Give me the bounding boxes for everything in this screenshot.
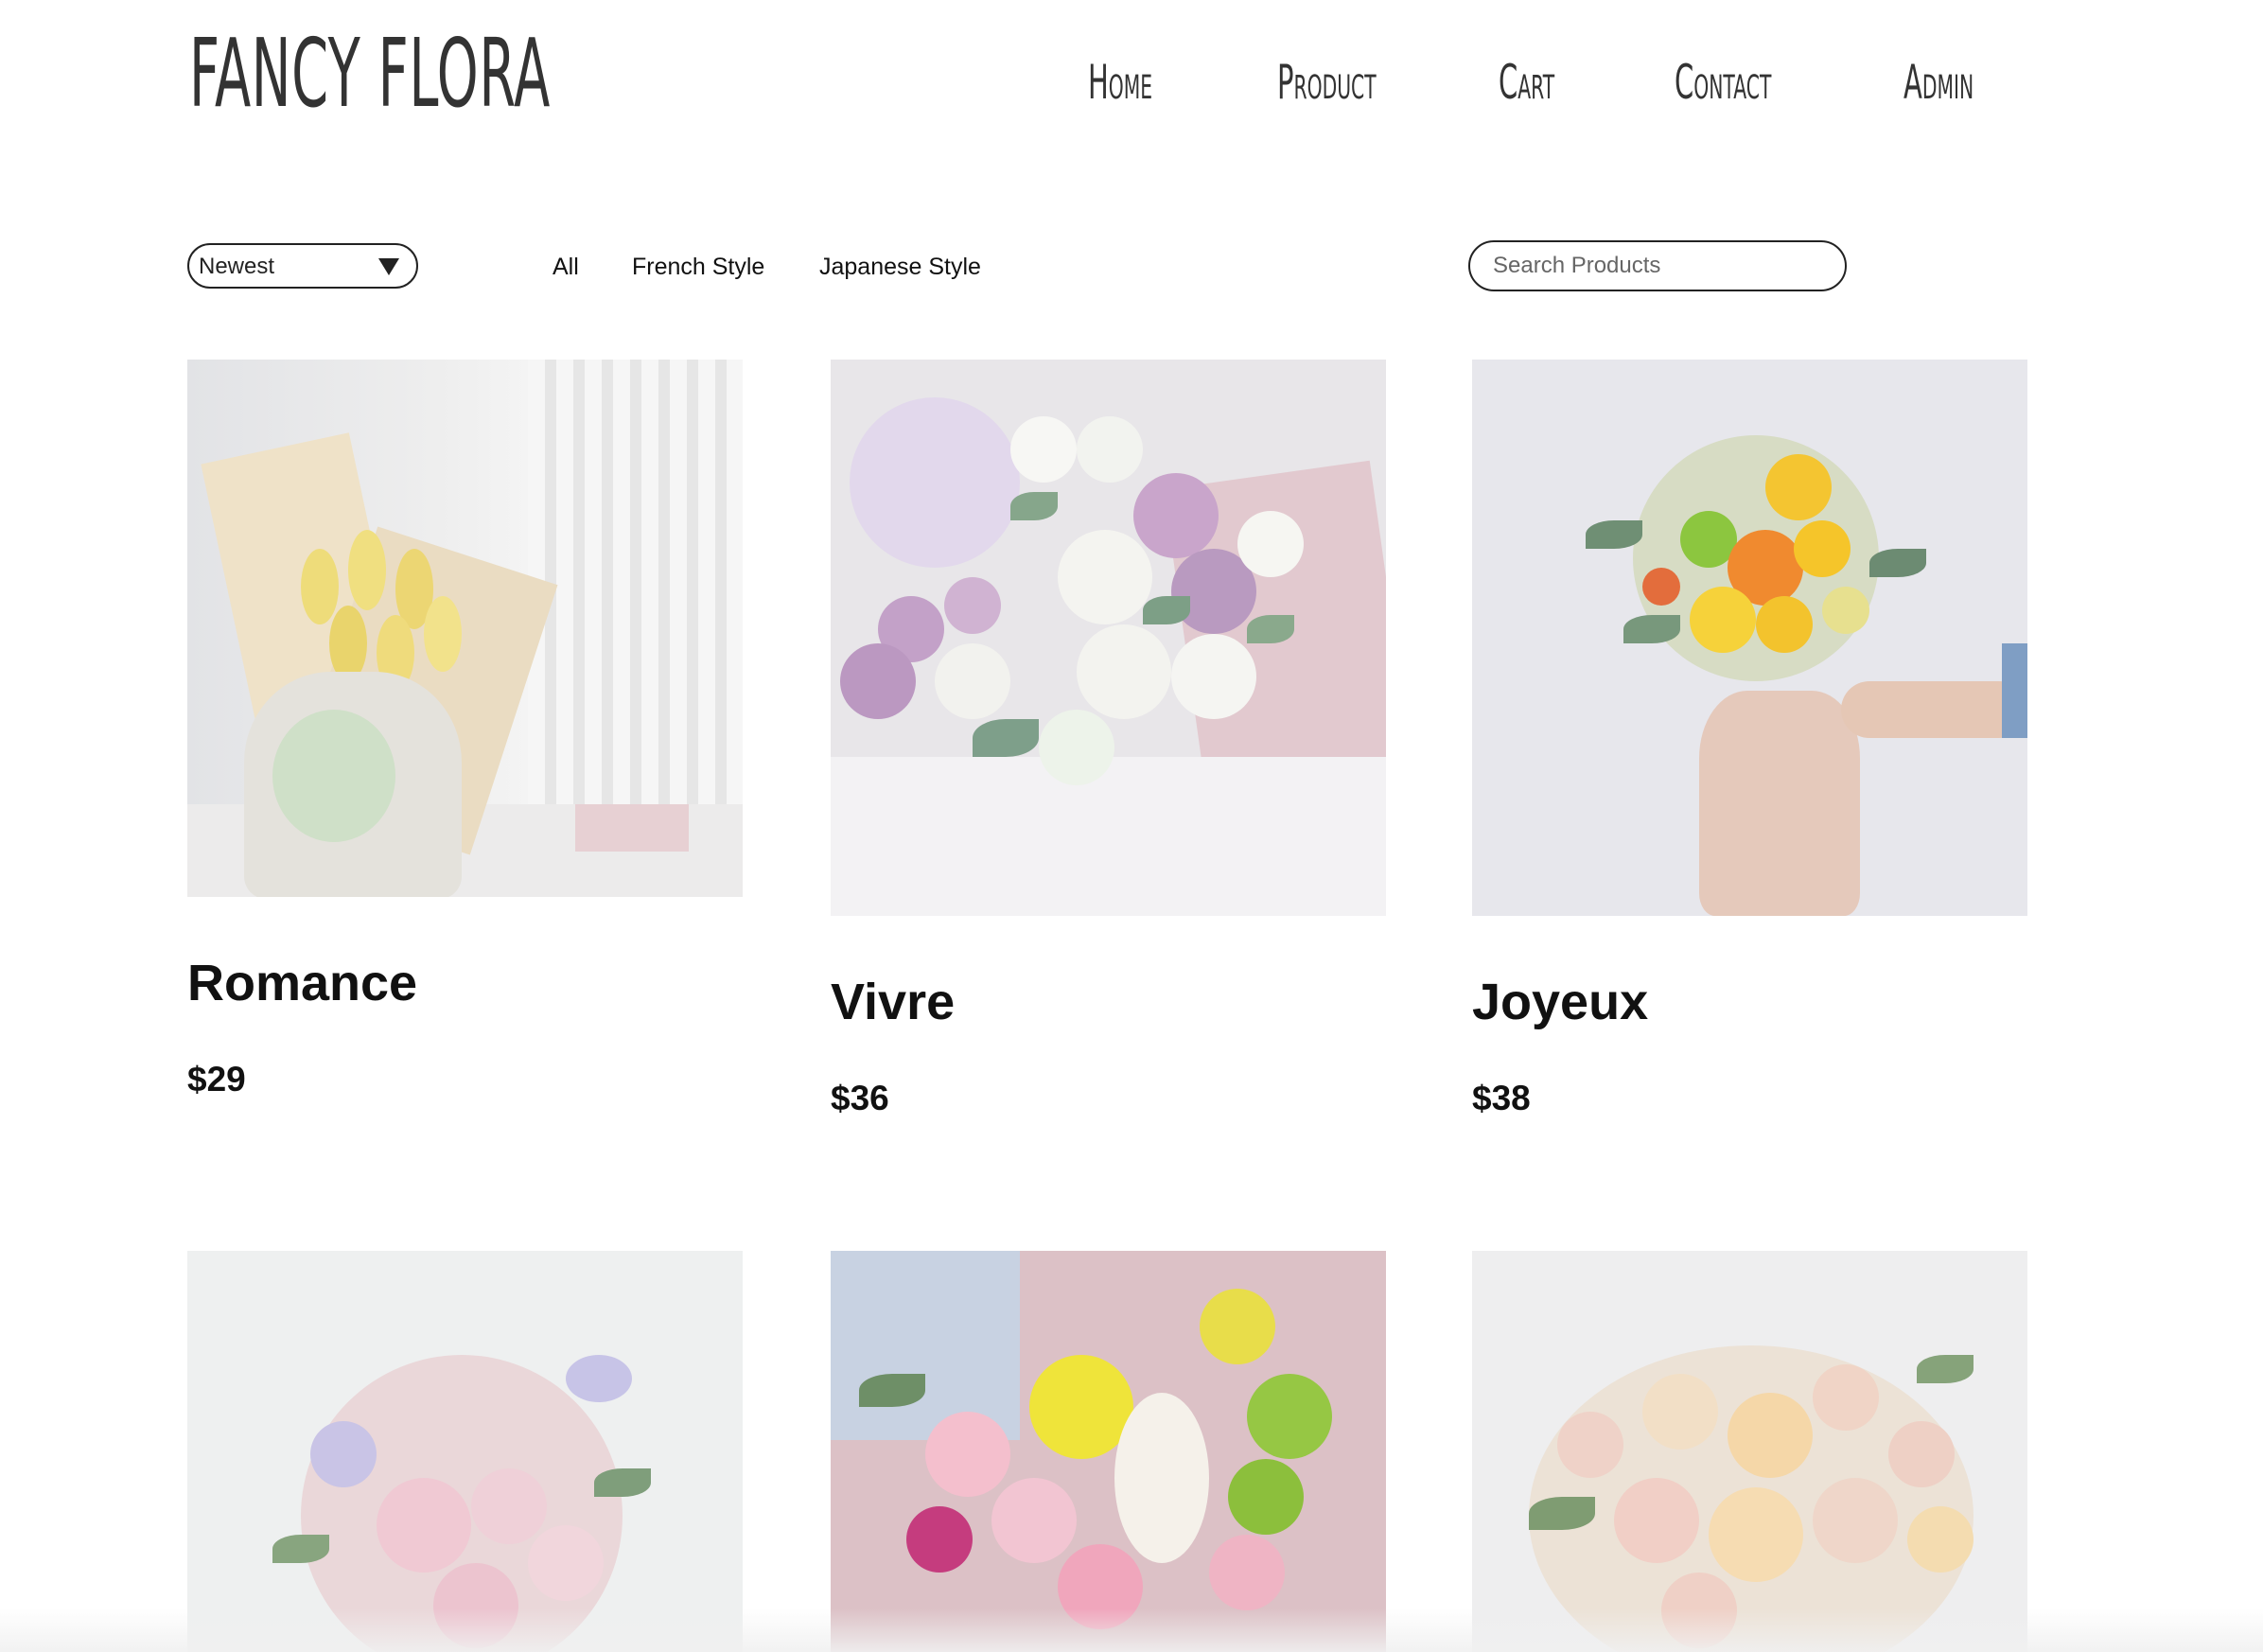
chevron-down-icon [378, 258, 399, 275]
product-card-6[interactable] [1472, 1251, 2028, 1652]
nav-product[interactable]: Product [1277, 59, 1377, 106]
product-card-vivre[interactable]: Vivre $36 [831, 360, 1387, 1135]
product-image-6[interactable] [1472, 1251, 2027, 1652]
product-price: $38 [1472, 1079, 1531, 1117]
product-image-joyeux[interactable] [1472, 360, 2027, 916]
product-image-5[interactable] [831, 1251, 1386, 1652]
product-price: $36 [831, 1079, 889, 1117]
scroll-fade [0, 1608, 2263, 1652]
site-logo[interactable]: FANCY FLORA [189, 26, 551, 121]
nav-cart[interactable]: Cart [1499, 59, 1554, 106]
product-card-5[interactable] [831, 1251, 1387, 1652]
nav-contact[interactable]: Contact [1675, 59, 1771, 106]
filter-japanese-style[interactable]: Japanese Style [819, 254, 981, 281]
nav-home[interactable]: Home [1088, 59, 1152, 106]
filter-french-style[interactable]: French Style [632, 254, 764, 281]
product-card-romance[interactable]: Romance $29 [187, 360, 744, 1116]
product-image-4[interactable] [187, 1251, 743, 1652]
nav-admin[interactable]: Admin [1903, 59, 1974, 106]
site-header: FANCY FLORA Home Product Cart Contact Ad… [0, 0, 2263, 180]
product-card-joyeux[interactable]: Joyeux $38 [1472, 360, 2028, 1135]
filter-all[interactable]: All [553, 254, 579, 281]
product-price: $29 [187, 1060, 246, 1098]
product-card-4[interactable] [187, 1251, 744, 1652]
sort-dropdown[interactable]: Newest [187, 243, 418, 289]
product-image-romance[interactable] [187, 360, 743, 897]
sort-value: Newest [199, 254, 275, 279]
product-image-vivre[interactable] [831, 360, 1386, 916]
product-name[interactable]: Romance [187, 954, 417, 1012]
search-input[interactable] [1468, 240, 1847, 291]
product-name[interactable]: Vivre [831, 973, 955, 1031]
product-name[interactable]: Joyeux [1472, 973, 1648, 1031]
